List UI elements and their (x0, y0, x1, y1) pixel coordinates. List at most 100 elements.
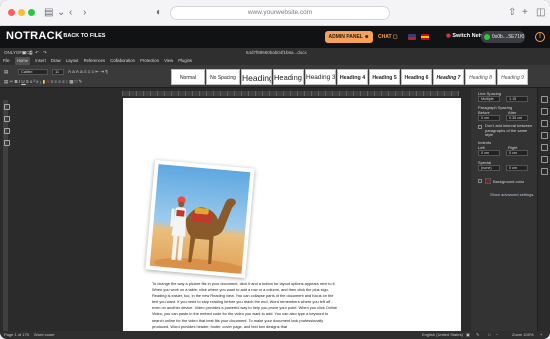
style-heading-8[interactable]: Heading 8 (465, 69, 496, 85)
style-heading-7[interactable]: Heading 7 (433, 69, 464, 85)
copy-style-icon[interactable]: ✎ (79, 79, 84, 84)
chart-settings-icon[interactable] (541, 156, 548, 163)
paragraph-settings-icon[interactable] (541, 96, 548, 103)
menu-plugins[interactable]: Plugins (178, 57, 192, 65)
chevron-down-icon[interactable]: ⌄ (57, 6, 65, 20)
camel-illustration (154, 196, 246, 274)
redo-icon[interactable]: ↷ (43, 48, 47, 57)
wallet-address: 0x0b....5E71f0 (492, 34, 525, 40)
background-color-checkbox[interactable] (478, 179, 482, 183)
menu-draw[interactable]: Draw (51, 57, 61, 65)
admin-panel-button[interactable]: ADMIN PANEL ☻ (325, 31, 373, 43)
special-amount-input[interactable]: 0 cm (506, 165, 528, 171)
zoom-window-button[interactable] (28, 9, 35, 16)
dont-add-interval-label: Don't add interval between paragraphs of… (485, 123, 533, 138)
address-bar[interactable]: www.yourwebsite.com (170, 6, 390, 20)
notrack-logo[interactable]: NOTRACK (6, 30, 63, 42)
change-case-icon[interactable]: Aa (76, 69, 84, 74)
menu-view[interactable]: View (164, 57, 173, 65)
special-select[interactable]: (none) (478, 165, 500, 171)
after-input[interactable]: 0.35 cm (506, 115, 528, 121)
before-input[interactable]: 0 cm (478, 115, 500, 121)
comments-icon[interactable] (4, 116, 10, 122)
image-settings-icon[interactable] (541, 120, 548, 127)
line-spacing-amount[interactable]: 1.15 (506, 96, 528, 102)
zoom-level[interactable]: Zoom 100% (512, 331, 534, 339)
close-window-button[interactable] (8, 9, 15, 16)
chat-panel-icon[interactable] (4, 140, 10, 146)
zoom-out-icon[interactable]: − (496, 331, 498, 339)
menu-references[interactable]: References (84, 57, 105, 65)
zoom-in-icon[interactable]: + (540, 331, 542, 339)
save-icon[interactable]: ▣ (22, 48, 26, 57)
chat-label: CHAT (378, 34, 392, 40)
shape-settings-icon[interactable] (541, 144, 548, 151)
dont-add-interval-checkbox[interactable] (478, 125, 482, 129)
page-info[interactable]: Page 1 of 175 (4, 331, 29, 339)
chat-button[interactable]: CHAT ▢ (378, 34, 398, 40)
navigation-icon[interactable] (4, 128, 10, 134)
language-select[interactable]: English (United States) (422, 331, 463, 339)
style-heading-9[interactable]: Heading 9 (497, 69, 528, 85)
menu-file[interactable]: File (3, 57, 10, 65)
wallet-address-pill[interactable]: 0x0b....5E71f0 (481, 31, 525, 43)
style-heading-4[interactable]: Heading 4 (337, 69, 368, 85)
indent-right-input[interactable]: 0 cm (506, 150, 528, 156)
style-heading-5[interactable]: Heading 5 (369, 69, 400, 85)
fit-page-icon[interactable]: □ (488, 331, 490, 339)
tabs-icon[interactable]: ◫ (536, 6, 545, 20)
search-icon[interactable] (4, 104, 10, 110)
style-no-spacing[interactable]: No Spacing (206, 69, 240, 85)
forward-icon[interactable]: › (83, 6, 86, 20)
info-icon[interactable]: ! (535, 32, 545, 42)
new-tab-icon[interactable]: + (522, 6, 528, 20)
minimize-window-button[interactable] (18, 9, 25, 16)
background-color-swatch[interactable] (485, 178, 491, 184)
logo-text: NOTRACK (6, 30, 64, 42)
style-heading-2[interactable]: Heading 2 (273, 69, 304, 85)
us-flag-icon[interactable] (408, 34, 416, 40)
indent-left-input[interactable]: 0 cm (478, 150, 500, 156)
wallet-status-icon (484, 34, 490, 40)
show-formatting-icon[interactable]: ¶ (105, 69, 109, 74)
menu-protection[interactable]: Protection (140, 57, 159, 65)
table-settings-icon[interactable] (541, 108, 548, 115)
track-changes-icon[interactable]: ✎ (476, 331, 479, 339)
admin-panel-label: ADMIN PANEL (328, 34, 363, 40)
toolbar-row-2: ▤✂BIUSx²x₂▮A≡≡≡≡↕▩□✎ (4, 78, 84, 86)
back-icon[interactable]: ‹ (69, 6, 72, 20)
style-heading-3[interactable]: Heading 3 (305, 69, 336, 85)
signature-settings-icon[interactable] (541, 168, 548, 175)
menu-layout[interactable]: Layout (66, 57, 79, 65)
style-heading-1[interactable]: Heading 1 (241, 69, 272, 85)
undo-icon[interactable]: ↶ (35, 48, 39, 57)
menu-insert[interactable]: Insert (35, 57, 45, 65)
es-flag-icon[interactable] (421, 34, 429, 40)
sidebar-icon[interactable]: ▤ (44, 6, 53, 20)
network-icon: ◉ (446, 33, 451, 39)
document-photo[interactable] (145, 159, 255, 279)
font-size-select[interactable]: 11 (52, 69, 64, 75)
document-title: 64d7f89660bab04f1b6a...docx (246, 50, 307, 55)
header-footer-icon[interactable] (541, 132, 548, 139)
paragraph-settings-panel: Line Spacing Multiple 1.15 Paragraph Spa… (471, 88, 537, 331)
menu-collaboration[interactable]: Collaboration (110, 57, 135, 65)
style-heading-6[interactable]: Heading 6 (401, 69, 432, 85)
horizontal-ruler[interactable] (122, 91, 459, 96)
line-spacing-select[interactable]: Multiple (478, 96, 500, 102)
font-name-select[interactable]: Calibri (18, 69, 48, 75)
spellcheck-icon[interactable]: ▣ (466, 331, 470, 339)
document-body-text[interactable]: To change the way a picture fits in your… (152, 281, 338, 330)
menu-home[interactable]: Home (14, 57, 31, 65)
advanced-settings-link[interactable]: Show advanced settings (490, 192, 533, 197)
browser-window: ▤ ⌄ ‹ › ◐ www.yourwebsite.com ⇧ + ◫ NOTR… (0, 0, 550, 339)
back-to-files-label: BACK TO FILES (63, 33, 106, 39)
back-to-files-link[interactable]: ‹ BACK TO FILES (60, 33, 105, 39)
word-count[interactable]: Word count (34, 331, 54, 339)
share-icon[interactable]: ⇧ (508, 6, 516, 20)
print-icon[interactable]: ⎙ (29, 48, 33, 57)
status-bar: Page 1 of 175 Word count English (United… (0, 331, 550, 339)
style-normal[interactable]: Normal (171, 69, 205, 85)
copy-icon[interactable]: ▤ (4, 69, 9, 74)
vertical-ruler[interactable] (3, 100, 8, 332)
